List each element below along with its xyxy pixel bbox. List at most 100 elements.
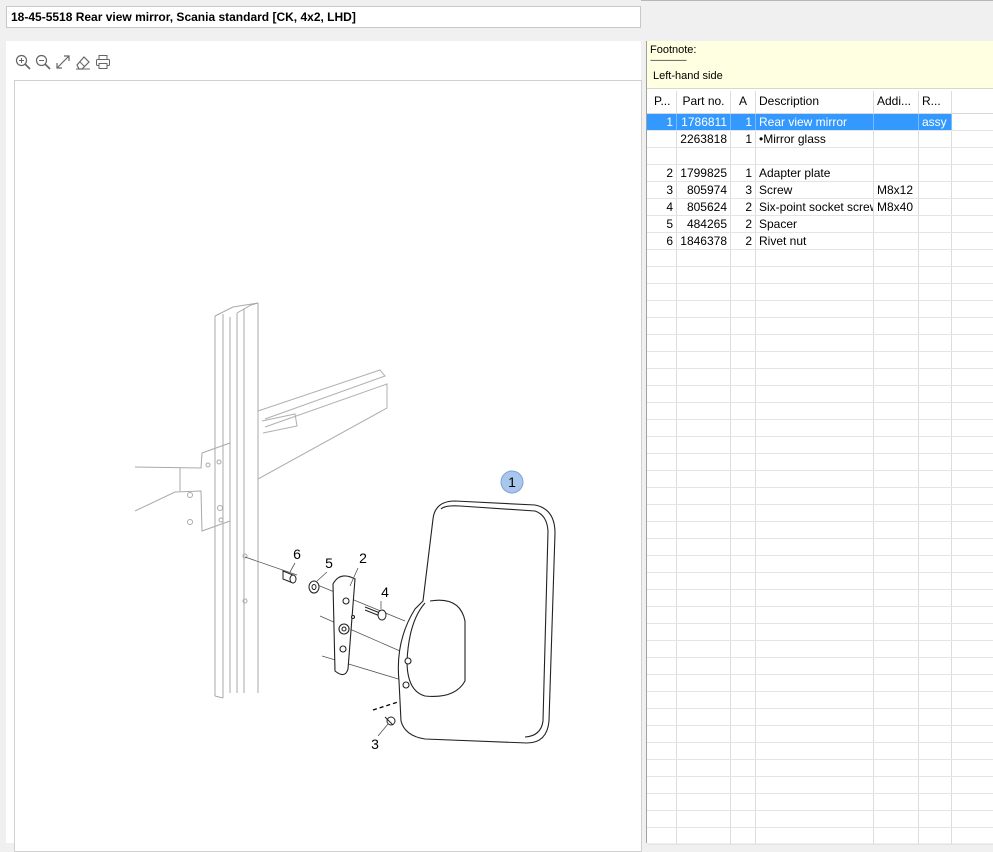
cell-filler <box>952 148 993 164</box>
cell-position <box>647 301 677 317</box>
table-row[interactable] <box>647 352 993 369</box>
column-header-description[interactable]: Description <box>756 91 874 113</box>
cell-position <box>647 386 677 402</box>
callout-1[interactable]: 1 <box>508 474 516 490</box>
table-row[interactable] <box>647 777 993 794</box>
cell-filler <box>952 794 993 810</box>
callout-6[interactable]: 6 <box>293 546 301 562</box>
table-row[interactable] <box>647 522 993 539</box>
mirror-housing <box>397 500 556 744</box>
table-row[interactable] <box>647 539 993 556</box>
table-row[interactable] <box>647 811 993 828</box>
cell-filler <box>952 301 993 317</box>
drawing-toolbar <box>14 53 112 73</box>
cell-part-no <box>677 505 731 521</box>
table-row[interactable] <box>647 607 993 624</box>
table-row[interactable] <box>647 505 993 522</box>
cell-quantity <box>731 726 756 742</box>
table-row[interactable] <box>647 624 993 641</box>
table-row[interactable] <box>647 692 993 709</box>
column-header-additional[interactable]: Addi... <box>874 91 919 113</box>
cell-position <box>647 573 677 589</box>
table-row[interactable] <box>647 743 993 760</box>
table-row[interactable]: 4 805624 2 Six-point socket screw M8x40 <box>647 199 993 216</box>
parts-panel: Footnote: ------------------ Left-hand s… <box>646 41 993 845</box>
cell-remark <box>919 437 952 453</box>
table-row[interactable] <box>647 267 993 284</box>
callout-2[interactable]: 2 <box>359 550 367 566</box>
cell-part-no <box>677 318 731 334</box>
column-header-remark[interactable]: R... <box>919 91 952 113</box>
table-row[interactable] <box>647 641 993 658</box>
cell-quantity <box>731 267 756 283</box>
callout-3[interactable]: 3 <box>371 736 379 752</box>
zoom-out-icon[interactable] <box>34 53 52 71</box>
callout-4[interactable]: 4 <box>381 584 389 600</box>
cell-remark <box>919 709 952 725</box>
table-row[interactable] <box>647 556 993 573</box>
table-row[interactable] <box>647 301 993 318</box>
cell-filler <box>952 165 993 181</box>
cell-description <box>756 471 874 487</box>
table-row[interactable]: 5 484265 2 Spacer <box>647 216 993 233</box>
table-row[interactable] <box>647 675 993 692</box>
column-header-position[interactable]: P... <box>647 91 677 113</box>
cell-part-no <box>677 726 731 742</box>
table-row[interactable] <box>647 471 993 488</box>
callout-5[interactable]: 5 <box>325 555 333 571</box>
table-row[interactable] <box>647 284 993 301</box>
table-row[interactable] <box>647 828 993 845</box>
table-row[interactable] <box>647 590 993 607</box>
table-row[interactable] <box>647 403 993 420</box>
cell-position: 5 <box>647 216 677 232</box>
cell-part-no <box>677 777 731 793</box>
table-row[interactable] <box>647 760 993 777</box>
column-header-quantity[interactable]: A <box>731 91 756 113</box>
table-row[interactable]: 1 1786811 1 Rear view mirror assy <box>647 114 993 131</box>
assembly-lines <box>244 556 406 711</box>
cell-position <box>647 828 677 844</box>
table-row[interactable] <box>647 420 993 437</box>
table-row[interactable] <box>647 454 993 471</box>
table-row[interactable]: 2263818 1 •Mirror glass <box>647 131 993 148</box>
column-header-part-no[interactable]: Part no. <box>677 91 731 113</box>
cell-filler <box>952 539 993 555</box>
table-row[interactable] <box>647 573 993 590</box>
cell-additional <box>874 777 919 793</box>
table-row[interactable]: 2 1799825 1 Adapter plate <box>647 165 993 182</box>
cell-position <box>647 284 677 300</box>
table-row[interactable] <box>647 709 993 726</box>
table-row[interactable] <box>647 488 993 505</box>
table-row[interactable] <box>647 794 993 811</box>
cell-description <box>756 250 874 266</box>
table-row[interactable] <box>647 437 993 454</box>
zoom-in-icon[interactable] <box>14 53 32 71</box>
cell-quantity <box>731 522 756 538</box>
table-row[interactable] <box>647 318 993 335</box>
cell-position <box>647 488 677 504</box>
table-row[interactable] <box>647 386 993 403</box>
print-icon[interactable] <box>94 53 112 71</box>
table-row[interactable] <box>647 250 993 267</box>
cell-position <box>647 794 677 810</box>
fit-to-window-icon[interactable] <box>54 53 72 71</box>
table-row[interactable] <box>647 335 993 352</box>
cell-filler <box>952 811 993 827</box>
cell-quantity <box>731 148 756 164</box>
cell-additional <box>874 573 919 589</box>
cell-remark <box>919 199 952 215</box>
table-row[interactable]: 6 1846378 2 Rivet nut <box>647 233 993 250</box>
cell-filler <box>952 437 993 453</box>
cell-quantity <box>731 828 756 844</box>
table-row[interactable] <box>647 658 993 675</box>
cell-remark <box>919 811 952 827</box>
cell-additional <box>874 590 919 606</box>
cell-remark <box>919 403 952 419</box>
eraser-icon[interactable] <box>74 53 92 71</box>
table-row[interactable]: 3 805974 3 Screw M8x12 <box>647 182 993 199</box>
exploded-view-drawing[interactable]: 1 2 3 4 5 6 <box>14 80 642 852</box>
table-row[interactable] <box>647 148 993 165</box>
cell-remark <box>919 692 952 708</box>
table-row[interactable] <box>647 726 993 743</box>
table-row[interactable] <box>647 369 993 386</box>
